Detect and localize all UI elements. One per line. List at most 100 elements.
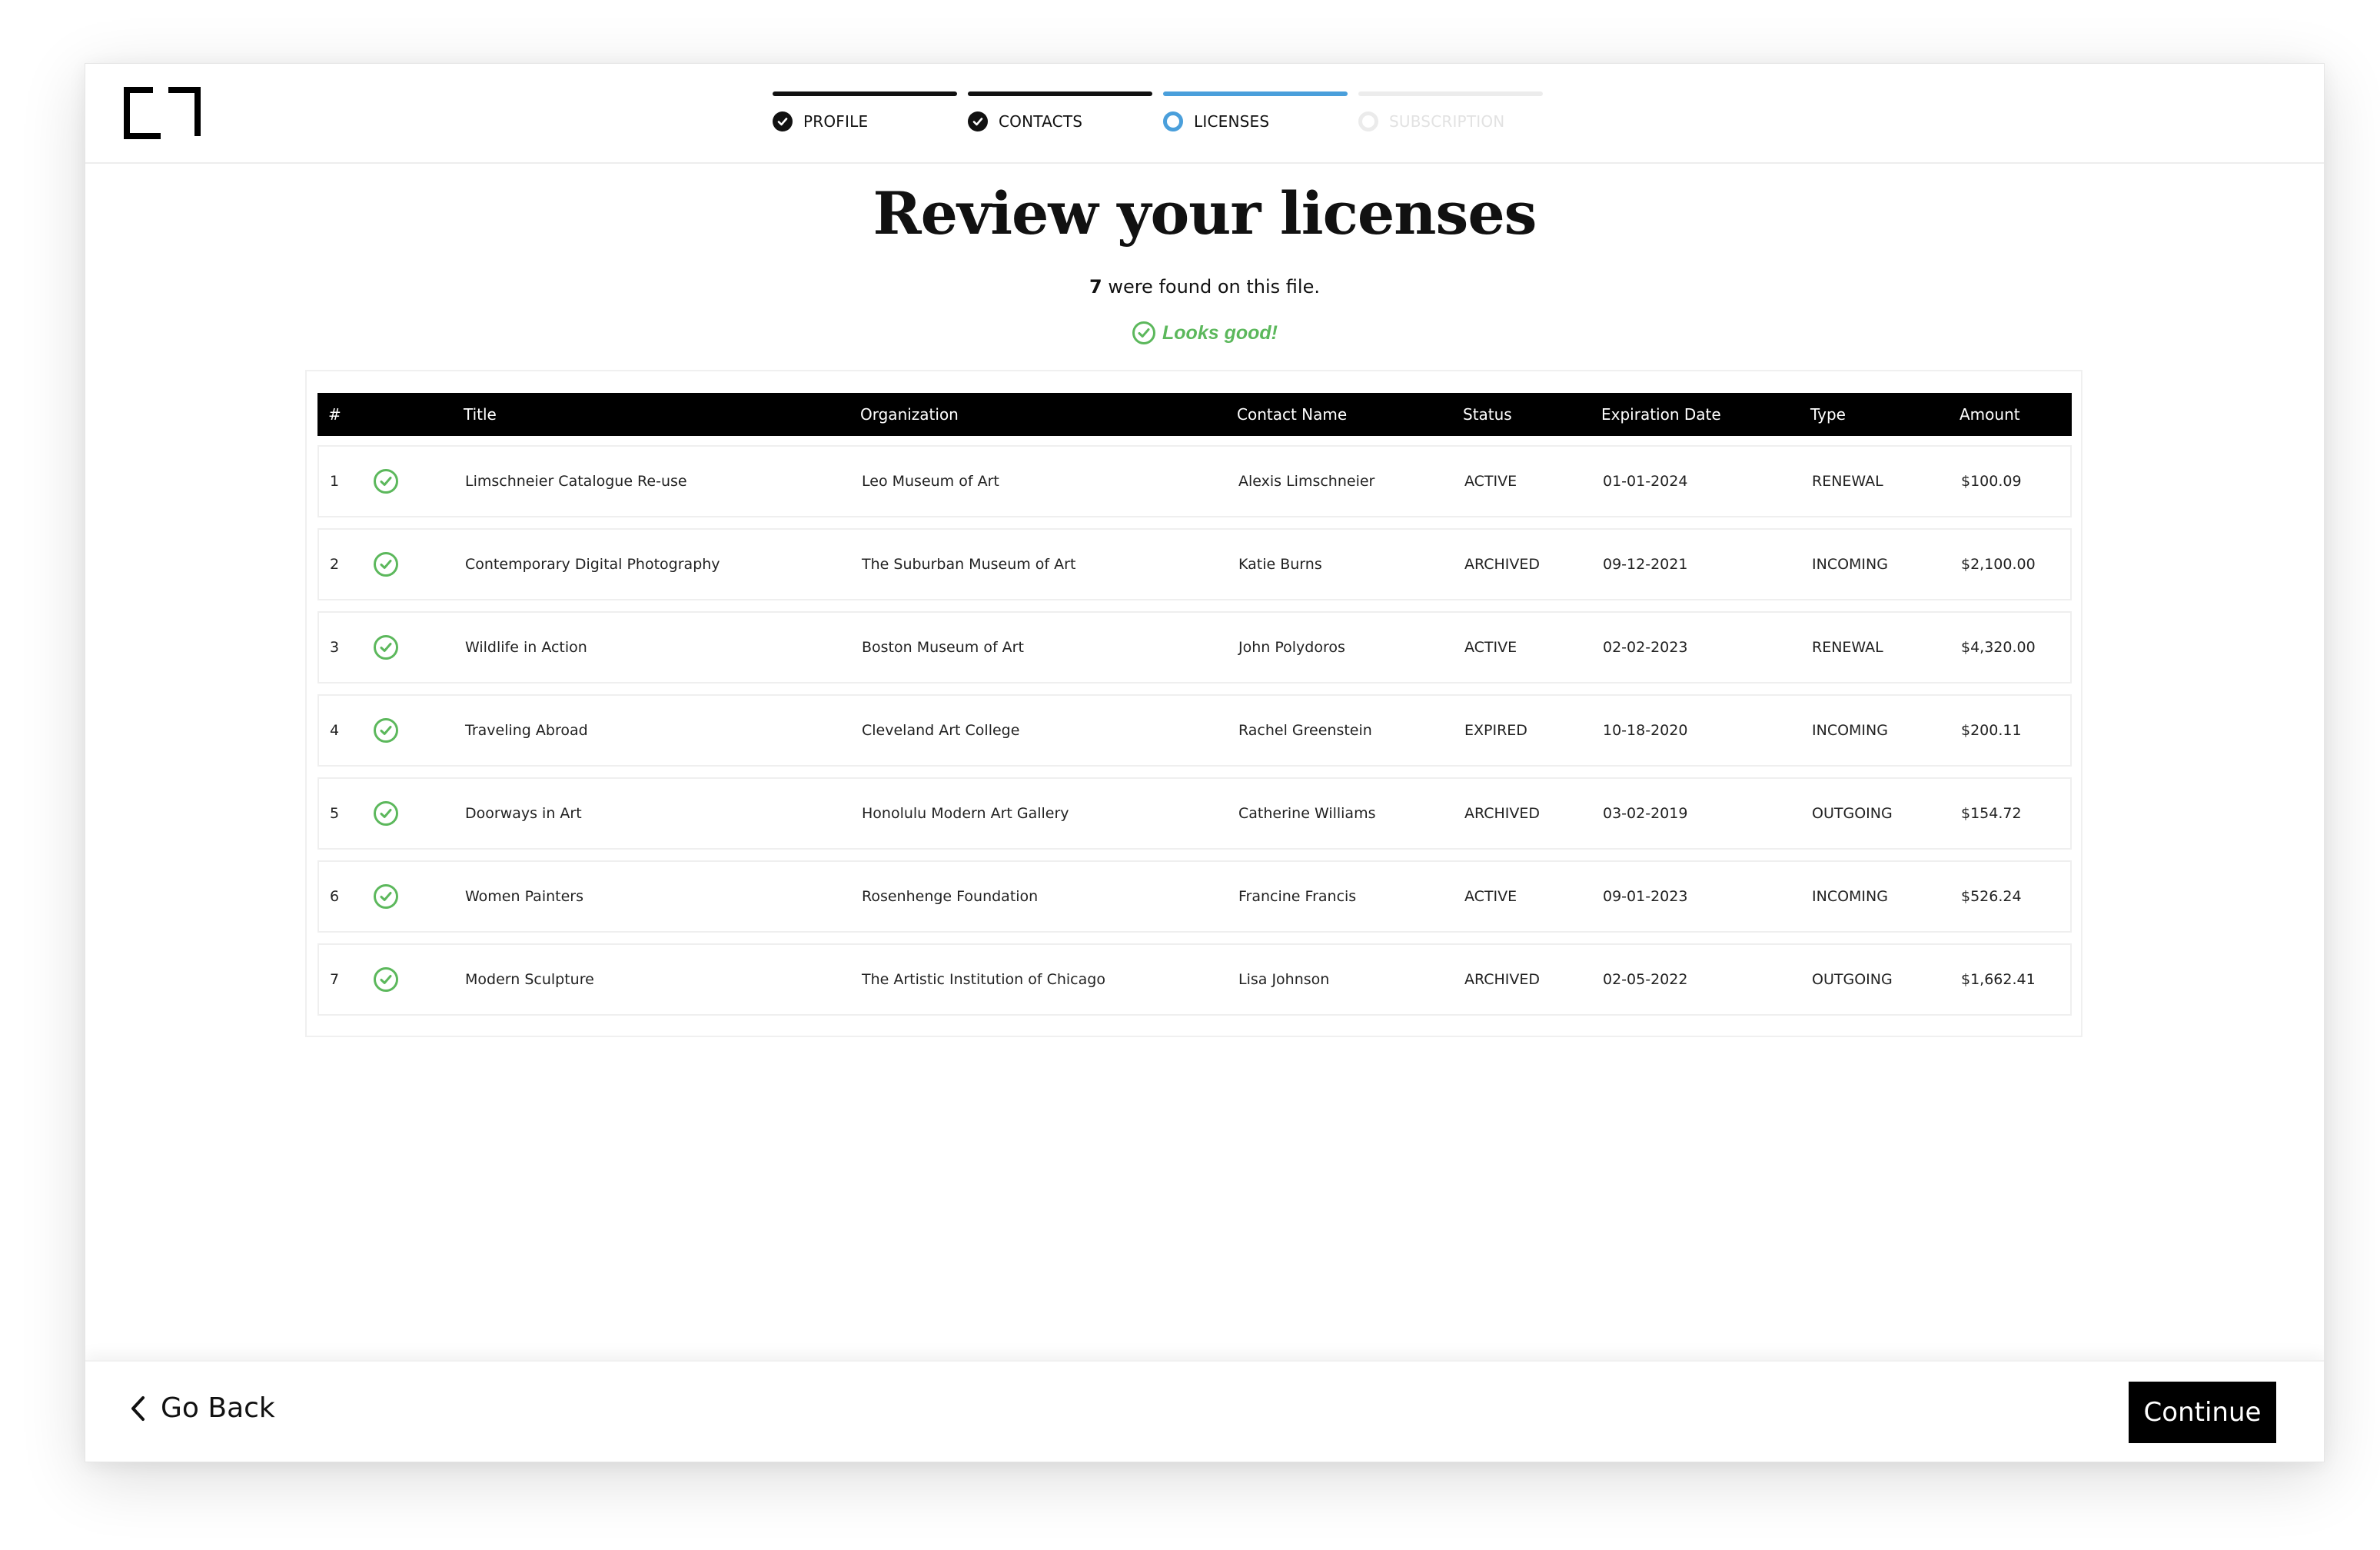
check-circle-outline-icon <box>1132 321 1155 344</box>
page-title: Review your licenses <box>873 179 1537 248</box>
cell-title: Women Painters <box>465 888 583 905</box>
table-row[interactable]: 5 Doorways in Art Honolulu Modern Art Ga… <box>317 777 2072 850</box>
cell-organization: Rosenhenge Foundation <box>862 888 1039 905</box>
step-licenses[interactable]: LICENSES <box>1163 91 1348 131</box>
check-circle-outline-icon <box>374 801 398 826</box>
cell-type: OUTGOING <box>1812 805 1893 822</box>
cell-number: 1 <box>330 473 340 490</box>
cell-organization: Boston Museum of Art <box>862 639 1024 656</box>
step-contacts[interactable]: CONTACTS <box>968 91 1152 131</box>
found-count-text: 7 were found on this file. <box>85 276 2324 298</box>
table-header: # Title Organization Contact Name Status… <box>317 393 2072 436</box>
go-back-label: Go Back <box>161 1392 275 1424</box>
status-text: Looks good! <box>1162 321 1278 344</box>
step-label: SUBSCRIPTION <box>1389 112 1505 131</box>
table-row[interactable]: 6 Women Painters Rosenhenge Foundation F… <box>317 860 2072 933</box>
header-type[interactable]: Type <box>1810 393 1846 436</box>
cell-expiration-date: 09-12-2021 <box>1603 556 1688 573</box>
step-label: CONTACTS <box>999 112 1083 131</box>
step-profile[interactable]: PROFILE <box>773 91 957 131</box>
check-circle-outline-icon <box>374 884 398 909</box>
cell-title: Wildlife in Action <box>465 639 587 656</box>
step-bar <box>1163 91 1348 96</box>
cell-number: 6 <box>330 888 340 905</box>
table-row[interactable]: 2 Contemporary Digital Photography The S… <box>317 528 2072 600</box>
cell-status: ARCHIVED <box>1464 556 1541 573</box>
cell-amount: $1,662.41 <box>1961 971 2036 988</box>
continue-button[interactable]: Continue <box>2129 1382 2276 1443</box>
step-label: LICENSES <box>1194 112 1270 131</box>
table-row[interactable]: 7 Modern Sculpture The Artistic Institut… <box>317 943 2072 1016</box>
cell-contact-name: John Polydoros <box>1238 639 1345 656</box>
chevron-left-icon <box>131 1395 145 1421</box>
step-bar <box>968 91 1152 96</box>
cell-contact-name: Katie Burns <box>1238 556 1322 573</box>
cell-organization: The Suburban Museum of Art <box>862 556 1076 573</box>
check-circle-icon <box>773 111 793 131</box>
cell-type: INCOMING <box>1812 556 1888 573</box>
header-title[interactable]: Title <box>464 393 497 436</box>
check-circle-outline-icon <box>374 552 398 577</box>
cell-contact-name: Francine Francis <box>1238 888 1357 905</box>
header-contact-name[interactable]: Contact Name <box>1237 393 1347 436</box>
cell-type: INCOMING <box>1812 722 1888 739</box>
cell-expiration-date: 02-02-2023 <box>1603 639 1688 656</box>
cell-amount: $200.11 <box>1961 722 2022 739</box>
cell-contact-name: Alexis Limschneier <box>1238 473 1375 490</box>
cell-amount: $2,100.00 <box>1961 556 2036 573</box>
cell-status: EXPIRED <box>1464 722 1527 739</box>
check-circle-outline-icon <box>374 469 398 494</box>
cell-organization: Leo Museum of Art <box>862 473 999 490</box>
cell-title: Traveling Abroad <box>465 722 588 739</box>
cell-organization: Honolulu Modern Art Gallery <box>862 805 1069 822</box>
cell-title: Limschneier Catalogue Re-use <box>465 473 687 490</box>
cell-amount: $526.24 <box>1961 888 2022 905</box>
cell-contact-name: Rachel Greenstein <box>1238 722 1372 739</box>
cell-title: Modern Sculpture <box>465 971 594 988</box>
footer: Go Back Continue <box>85 1360 2324 1462</box>
app-window: PROFILE CONTACTS LICENSES SUBSCRIPTION R… <box>85 63 2325 1462</box>
header-number: # <box>328 405 341 424</box>
cell-expiration-date: 02-05-2022 <box>1603 971 1688 988</box>
cell-status: ARCHIVED <box>1464 805 1541 822</box>
cell-expiration-date: 01-01-2024 <box>1603 473 1688 490</box>
header-expiration-date[interactable]: Expiration Date <box>1601 393 1721 436</box>
header-amount[interactable]: Amount <box>1960 393 2020 436</box>
cell-contact-name: Catherine Williams <box>1238 805 1376 822</box>
found-suffix: were found on this file. <box>1102 276 1320 298</box>
cell-type: OUTGOING <box>1812 971 1893 988</box>
step-bar <box>1358 91 1543 96</box>
table-row[interactable]: 3 Wildlife in Action Boston Museum of Ar… <box>317 611 2072 684</box>
current-step-icon <box>1163 111 1183 131</box>
progress-stepper: PROFILE CONTACTS LICENSES SUBSCRIPTION <box>773 91 1543 131</box>
cell-type: RENEWAL <box>1812 473 1883 490</box>
step-subscription[interactable]: SUBSCRIPTION <box>1358 91 1543 131</box>
validation-status: Looks good! <box>85 321 2324 345</box>
cell-title: Doorways in Art <box>465 805 582 822</box>
cell-expiration-date: 09-01-2023 <box>1603 888 1688 905</box>
cell-number: 2 <box>330 556 340 573</box>
cell-expiration-date: 10-18-2020 <box>1603 722 1688 739</box>
go-back-button[interactable]: Go Back <box>130 1392 275 1424</box>
brand-logo[interactable] <box>124 87 201 139</box>
cell-title: Contemporary Digital Photography <box>465 556 720 573</box>
check-circle-outline-icon <box>374 967 398 992</box>
table-row[interactable]: 4 Traveling Abroad Cleveland Art College… <box>317 694 2072 767</box>
cell-type: RENEWAL <box>1812 639 1883 656</box>
pending-step-icon <box>1358 111 1378 131</box>
cell-number: 3 <box>330 639 340 656</box>
check-circle-outline-icon <box>374 718 398 743</box>
header-status[interactable]: Status <box>1463 393 1512 436</box>
cell-expiration-date: 03-02-2019 <box>1603 805 1688 822</box>
step-label: PROFILE <box>803 112 869 131</box>
cell-organization: Cleveland Art College <box>862 722 1020 739</box>
found-count: 7 <box>1089 276 1102 298</box>
cell-number: 5 <box>330 805 340 822</box>
cell-amount: $4,320.00 <box>1961 639 2036 656</box>
cell-status: ACTIVE <box>1464 473 1517 490</box>
header-organization[interactable]: Organization <box>860 393 959 436</box>
cell-organization: The Artistic Institution of Chicago <box>862 971 1105 988</box>
header: PROFILE CONTACTS LICENSES SUBSCRIPTION <box>85 64 2324 164</box>
table-row[interactable]: 1 Limschneier Catalogue Re-use Leo Museu… <box>317 445 2072 517</box>
cell-number: 4 <box>330 722 340 739</box>
